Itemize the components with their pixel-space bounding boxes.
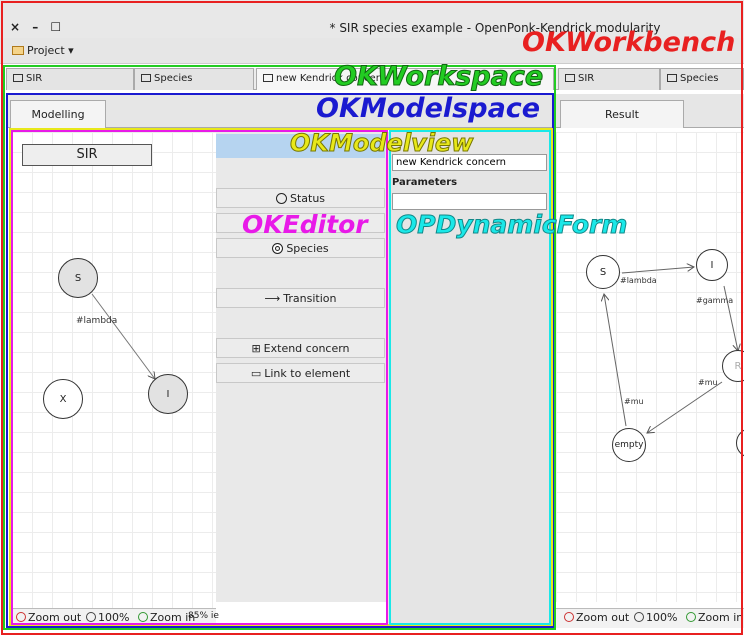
zoom-out-button[interactable]: Zoom out xyxy=(16,611,81,627)
tab-label: Species xyxy=(154,73,193,84)
tab-result-label: Result xyxy=(605,108,639,121)
zoom-reset-button[interactable]: 100% xyxy=(634,611,677,627)
parameters-label: Parameters xyxy=(392,177,458,188)
zoom-in-button[interactable]: Zoom in xyxy=(138,611,195,627)
diagram-icon xyxy=(13,74,23,82)
tab-sir-left[interactable]: SIR xyxy=(6,68,134,90)
result-node-i[interactable]: I xyxy=(696,249,728,281)
parameters-field[interactable] xyxy=(392,193,547,210)
zoom-level-text: 85% ie xyxy=(188,611,219,621)
tab-label: Species xyxy=(680,73,719,84)
species-label: Species xyxy=(286,242,329,255)
link-to-element-button[interactable]: ▭ Link to element xyxy=(216,363,385,383)
node-s[interactable]: S xyxy=(58,258,98,298)
tab-label: SIR xyxy=(578,73,595,84)
diagram-icon xyxy=(263,74,273,82)
zoom-reset-button[interactable]: 100% xyxy=(86,611,129,627)
left-zoom-bar: Zoom out 100% Zoom in 85% ie xyxy=(12,608,219,628)
node-x[interactable]: X xyxy=(43,379,83,419)
diagram-icon xyxy=(141,74,151,82)
zoom-out-icon xyxy=(16,612,26,622)
zoom-in-label: Zoom in xyxy=(698,611,744,624)
project-menu-label: Project ▾ xyxy=(27,44,74,57)
result-edges xyxy=(556,132,744,602)
result-edge-label-mu-2: #mu xyxy=(624,397,644,406)
zoom-reset-icon xyxy=(634,612,644,622)
species-icon xyxy=(272,243,284,254)
tab-species-right[interactable]: Species xyxy=(660,68,744,90)
zoom-in-icon xyxy=(686,612,696,622)
box-icon: ▭ xyxy=(250,367,262,380)
result-edge-label-lambda: #lambda xyxy=(620,276,657,285)
transition-label: Transition xyxy=(283,292,337,305)
zoom-in-icon xyxy=(138,612,148,622)
right-zoom-bar: Zoom out 100% Zoom in xyxy=(556,608,744,628)
tab-label: new Kendrick concern xyxy=(276,73,386,84)
tab-modelling-label: Modelling xyxy=(31,108,85,121)
species-button[interactable]: Species xyxy=(216,238,385,258)
tab-new-kendrick-concern[interactable]: new Kendrick concern xyxy=(256,68,554,90)
extend-concern-button[interactable]: ⊞ Extend concern xyxy=(216,338,385,358)
zoom-in-button[interactable]: Zoom in xyxy=(686,611,743,627)
folder-icon xyxy=(12,46,24,55)
transition-edge[interactable] xyxy=(91,293,155,379)
diagram-icon xyxy=(565,74,575,82)
zoom-out-label: Zoom out xyxy=(28,611,82,624)
zoom-reset-icon xyxy=(86,612,96,622)
link-to-element-label: Link to element xyxy=(264,367,351,380)
name-field[interactable] xyxy=(392,154,547,171)
diagram-icon xyxy=(667,74,677,82)
status-button[interactable]: Status xyxy=(216,188,385,208)
status-button-2[interactable] xyxy=(216,213,385,233)
node-i[interactable]: I xyxy=(148,374,188,414)
hierarchy-icon: ⊞ xyxy=(251,342,261,355)
result-edge-label-mu: #mu xyxy=(698,378,718,387)
edge-label-lambda: #lambda xyxy=(76,316,118,326)
tab-modelling[interactable]: Modelling xyxy=(10,100,106,128)
zoom-reset-label: 100% xyxy=(98,611,130,624)
toolbar xyxy=(0,38,744,64)
status-label: Status xyxy=(289,192,326,205)
palette-selection[interactable] xyxy=(216,134,385,158)
project-menu[interactable]: Project ▾ xyxy=(12,44,74,57)
extend-concern-label: Extend concern xyxy=(263,342,350,355)
transition-button[interactable]: ⟶ Transition xyxy=(216,288,385,308)
window-title: * SIR species example - OpenPonk-Kendric… xyxy=(329,21,661,35)
tab-sir-right[interactable]: SIR xyxy=(558,68,660,90)
tab-species-left[interactable]: Species xyxy=(134,68,254,90)
model-edges xyxy=(91,293,216,608)
result-node-s[interactable]: S xyxy=(586,255,620,289)
status-icon xyxy=(275,193,287,204)
arrow-icon: ⟶ xyxy=(264,292,281,305)
zoom-out-icon xyxy=(564,612,574,622)
tab-label: SIR xyxy=(26,73,43,84)
result-node-empty[interactable]: empty xyxy=(612,428,646,462)
zoom-out-label: Zoom out xyxy=(576,611,630,624)
zoom-out-button[interactable]: Zoom out xyxy=(564,611,629,627)
tab-result[interactable]: Result xyxy=(560,100,684,128)
result-edge-label-gamma: #gamma xyxy=(696,296,734,305)
zoom-reset-label: 100% xyxy=(646,611,678,624)
